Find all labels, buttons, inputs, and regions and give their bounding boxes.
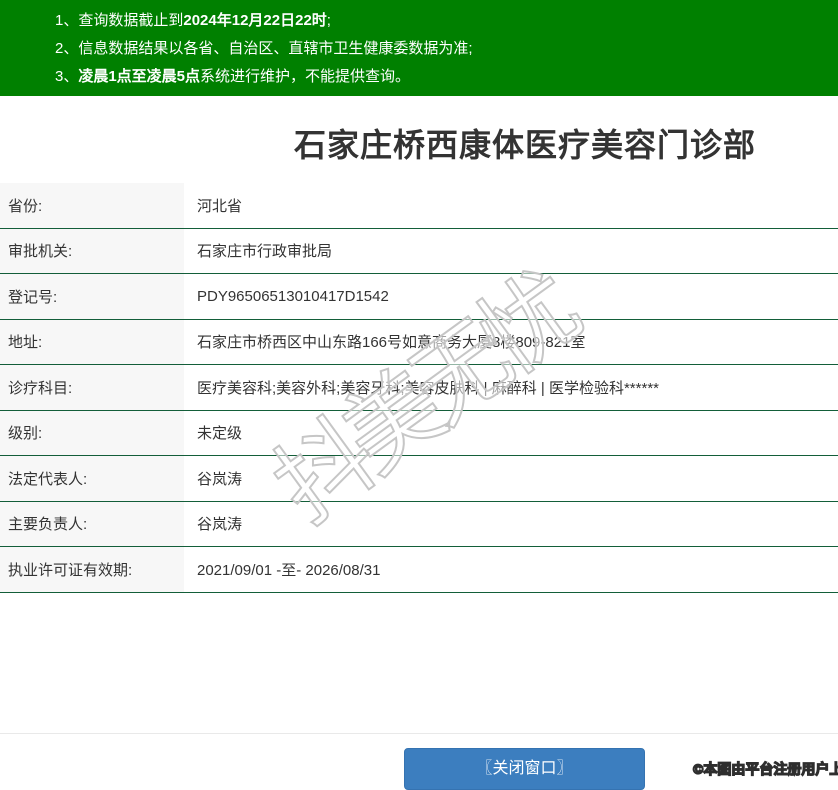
row-value: 未定级 — [197, 425, 243, 443]
notice-line-1-pre: 查询数据截止到 — [78, 12, 184, 29]
table-row-treatment-subjects: 诊疗科目: 医疗美容科;美容外科;美容牙科;美容皮肤科 | 麻醉科 | 医学检验… — [0, 365, 838, 411]
row-label: 省份: — [0, 183, 184, 228]
table-row-registration-number: 登记号: PDY96506513010417D1542 — [0, 274, 838, 320]
notice-line-2: 2、信息数据结果以各省、自治区、直辖市卫生健康委数据为准; — [55, 35, 838, 63]
row-label: 级别: — [0, 410, 184, 455]
copyright-stamp: ©本图由平台注册用户上传 — [692, 760, 838, 777]
row-value: 石家庄市行政审批局 — [197, 243, 333, 261]
close-window-button[interactable]: 〖关闭窗口〗 — [404, 748, 645, 790]
table-row-province: 省份: 河北省 — [0, 183, 838, 229]
notice-line-3-post: 系统进行维护，不能提供查询。 — [200, 68, 411, 85]
table-row-approval-authority: 审批机关: 石家庄市行政审批局 — [0, 228, 838, 274]
row-label: 执业许可证有效期: — [0, 547, 184, 592]
row-value: 谷岚涛 — [197, 516, 243, 534]
row-label: 法定代表人: — [0, 456, 184, 501]
notice-line-3: 3、凌晨1点至凌晨5点系统进行维护，不能提供查询。 — [55, 63, 838, 91]
row-value: 医疗美容科;美容外科;美容牙科;美容皮肤科 | 麻醉科 | 医学检验科*****… — [197, 379, 659, 397]
footer-divider — [0, 733, 838, 734]
table-row-main-person-in-charge: 主要负责人: 谷岚涛 — [0, 501, 838, 547]
notice-bar: 1、查询数据截止到2024年12月22日22时; 2、信息数据结果以各省、自治区… — [0, 0, 838, 96]
table-row-level: 级别: 未定级 — [0, 410, 838, 456]
row-value: 谷岚涛 — [197, 470, 243, 488]
row-value: 2021/09/01 -至- 2026/08/31 — [197, 561, 381, 579]
notice-line-1-post: ; — [326, 12, 331, 29]
table-row-address: 地址: 石家庄市桥西区中山东路166号如意商务大厦8楼809-821室 — [0, 319, 838, 365]
row-label: 主要负责人: — [0, 501, 184, 546]
notice-line-3-num: 3、 — [55, 68, 79, 85]
notice-line-3-bold: 凌晨1点至凌晨5点 — [78, 68, 201, 85]
notice-line-2-num: 2、 — [55, 40, 79, 57]
notice-line-1-bold: 2024年12月22日22时 — [183, 12, 327, 29]
row-value: 石家庄市桥西区中山东路166号如意商务大厦8楼809-821室 — [197, 334, 586, 352]
table-row-license-validity: 执业许可证有效期: 2021/09/01 -至- 2026/08/31 — [0, 547, 838, 593]
notice-line-2-pre: 信息数据结果以各省、自治区、直辖市卫生健康委数据为准; — [78, 40, 473, 57]
info-table: 省份: 河北省 审批机关: 石家庄市行政审批局 登记号: PDY96506513… — [0, 183, 838, 593]
row-value: 河北省 — [197, 197, 243, 215]
row-value: PDY96506513010417D1542 — [197, 287, 389, 305]
row-label: 登记号: — [0, 274, 184, 319]
row-label: 地址: — [0, 319, 184, 364]
row-label: 诊疗科目: — [0, 365, 184, 410]
row-label: 审批机关: — [0, 228, 184, 273]
page-title: 石家庄桥西康体医疗美容门诊部 — [293, 127, 756, 163]
table-row-legal-representative: 法定代表人: 谷岚涛 — [0, 456, 838, 502]
notice-line-1: 1、查询数据截止到2024年12月22日22时; — [55, 7, 838, 35]
notice-line-1-num: 1、 — [55, 12, 79, 29]
